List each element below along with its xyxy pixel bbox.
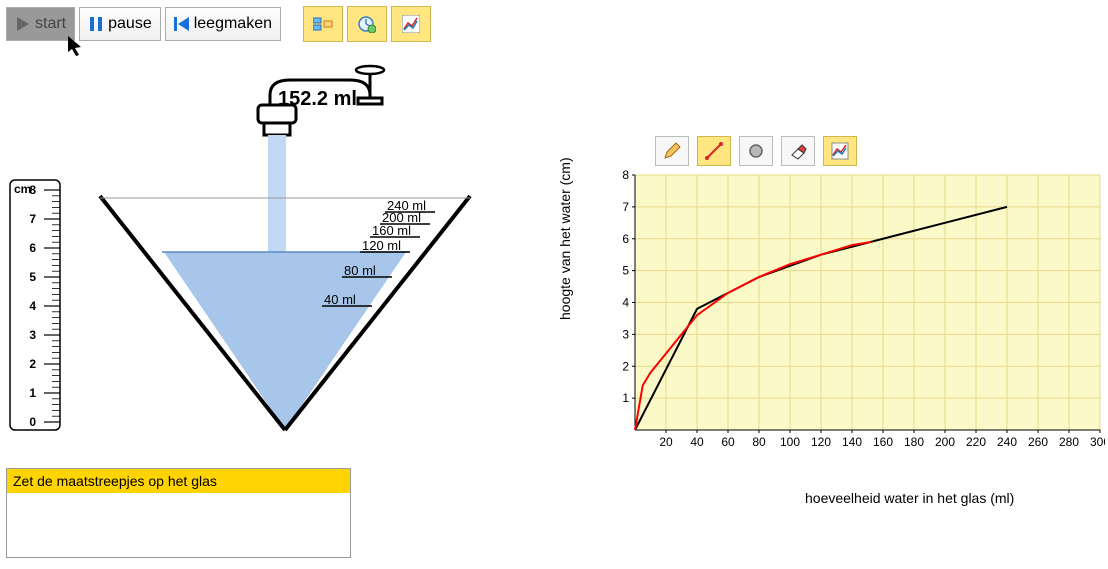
svg-text:8: 8 xyxy=(622,168,629,182)
pencil-icon xyxy=(663,142,681,160)
pencil-tool[interactable] xyxy=(655,136,689,166)
svg-text:8: 8 xyxy=(29,183,36,197)
x-axis-label: hoeveelheid water in het glas (ml) xyxy=(805,490,1014,506)
pause-label: pause xyxy=(108,15,152,33)
pause-icon xyxy=(88,16,104,32)
svg-text:3: 3 xyxy=(622,327,629,341)
svg-text:0: 0 xyxy=(29,415,36,429)
pause-button[interactable]: pause xyxy=(79,7,161,41)
svg-text:100: 100 xyxy=(780,435,800,449)
svg-text:4: 4 xyxy=(29,299,36,313)
faucet xyxy=(250,60,400,200)
point-tool[interactable] xyxy=(739,136,773,166)
svg-text:3: 3 xyxy=(29,328,36,342)
svg-text:80: 80 xyxy=(752,435,766,449)
svg-text:300: 300 xyxy=(1090,435,1105,449)
svg-text:160: 160 xyxy=(873,435,893,449)
start-button[interactable]: start xyxy=(6,7,75,41)
chart-toggle-icon xyxy=(831,142,849,160)
svg-text:80 ml: 80 ml xyxy=(344,263,376,278)
tool-chart-button[interactable] xyxy=(391,6,431,42)
line-tool[interactable] xyxy=(697,136,731,166)
circle-icon xyxy=(747,142,765,160)
instruction-panel: Zet de maatstreepjes op het glas xyxy=(6,468,351,558)
rewind-icon xyxy=(174,16,190,32)
svg-text:40: 40 xyxy=(690,435,704,449)
svg-text:120: 120 xyxy=(811,435,831,449)
ruler: cm 876543210 xyxy=(6,175,66,435)
tool-timer-button[interactable] xyxy=(347,6,387,42)
svg-text:140: 140 xyxy=(842,435,862,449)
chart-panel: hoogte van het water (cm) hoeveelheid wa… xyxy=(555,130,1105,510)
chart-toggle-tool[interactable] xyxy=(823,136,857,166)
svg-text:240: 240 xyxy=(997,435,1017,449)
svg-text:2: 2 xyxy=(622,359,629,373)
svg-text:120 ml: 120 ml xyxy=(362,238,401,253)
svg-text:1: 1 xyxy=(29,386,36,400)
svg-text:6: 6 xyxy=(622,232,629,246)
svg-text:20: 20 xyxy=(659,435,673,449)
svg-text:5: 5 xyxy=(622,264,629,278)
svg-text:2: 2 xyxy=(29,357,36,371)
svg-text:180: 180 xyxy=(904,435,924,449)
svg-text:6: 6 xyxy=(29,241,36,255)
glass: 240 ml200 ml160 ml120 ml80 ml40 ml xyxy=(90,190,490,450)
svg-text:40 ml: 40 ml xyxy=(324,292,356,307)
volume-display: 152.2 ml xyxy=(278,88,357,111)
svg-text:220: 220 xyxy=(966,435,986,449)
start-label: start xyxy=(35,15,66,33)
svg-text:7: 7 xyxy=(29,212,36,226)
eraser-icon xyxy=(789,142,807,160)
chart-svg[interactable]: 8 7 6 5 4 3 2 1 20 40 60 80 100 120 140 160 180 200 220 24… xyxy=(555,130,1105,490)
svg-text:280: 280 xyxy=(1059,435,1079,449)
layout-icon xyxy=(313,16,333,32)
y-axis-label: hoogte van het water (cm) xyxy=(557,157,573,320)
svg-text:1: 1 xyxy=(622,391,629,405)
instruction-title: Zet de maatstreepjes op het glas xyxy=(7,469,350,493)
svg-text:4: 4 xyxy=(622,296,629,310)
timer-icon xyxy=(358,15,376,33)
play-icon xyxy=(15,16,31,32)
svg-text:60: 60 xyxy=(721,435,735,449)
main-toolbar: start pause leegmaken xyxy=(6,6,1102,42)
eraser-tool[interactable] xyxy=(781,136,815,166)
clear-button[interactable]: leegmaken xyxy=(165,7,281,41)
svg-text:260: 260 xyxy=(1028,435,1048,449)
svg-text:5: 5 xyxy=(29,270,36,284)
tool-layout-button[interactable] xyxy=(303,6,343,42)
line-icon xyxy=(705,142,723,160)
chart-toolbar xyxy=(655,136,857,166)
svg-text:200: 200 xyxy=(935,435,955,449)
svg-text:7: 7 xyxy=(622,200,629,214)
svg-text:160 ml: 160 ml xyxy=(372,223,411,238)
clear-label: leegmaken xyxy=(194,15,272,33)
chart-icon xyxy=(402,15,420,33)
